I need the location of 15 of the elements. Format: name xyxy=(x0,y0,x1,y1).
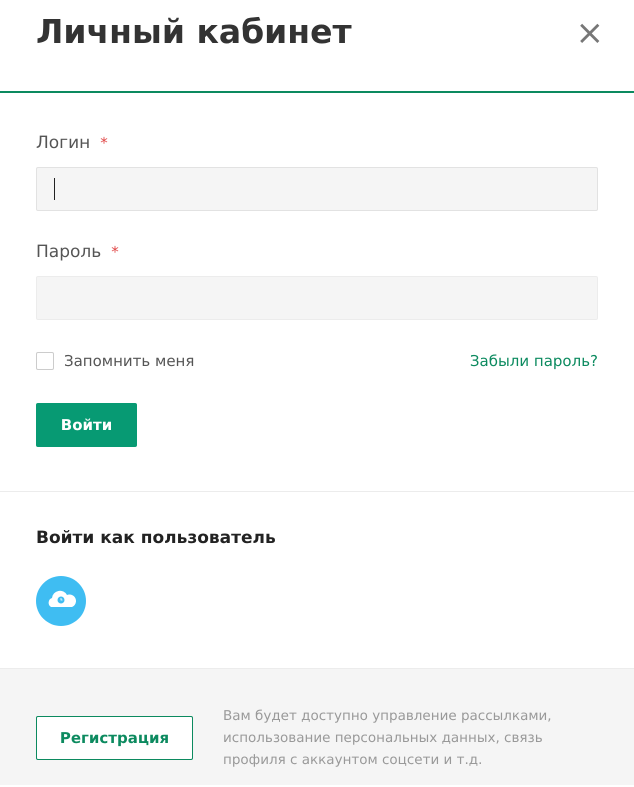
input-field[interactable] xyxy=(36,167,598,211)
checkbox[interactable] xyxy=(36,352,54,370)
dialog-title: Личный кабинет xyxy=(36,11,352,53)
field-label: Логин xyxy=(36,133,90,153)
register-button[interactable]: Регистрация xyxy=(36,716,193,760)
cloud-icon[interactable] xyxy=(36,576,86,626)
required-mark: * xyxy=(100,134,108,152)
close-button[interactable]: × xyxy=(574,18,606,48)
checkbox-label: Запомнить меня xyxy=(64,352,194,370)
forgot-password-link[interactable]: Забыли пароль? xyxy=(470,352,598,370)
required-mark: * xyxy=(111,243,119,261)
section-heading: Войти как пользователь xyxy=(36,527,277,550)
registration-note: Вам будет доступно управление рассылками, использование персональных данных, связь профиля с аккаунтом соцсети и т.д. xyxy=(223,707,553,770)
login-button[interactable]: Войти xyxy=(36,403,137,447)
field-label: Пароль xyxy=(36,242,102,262)
